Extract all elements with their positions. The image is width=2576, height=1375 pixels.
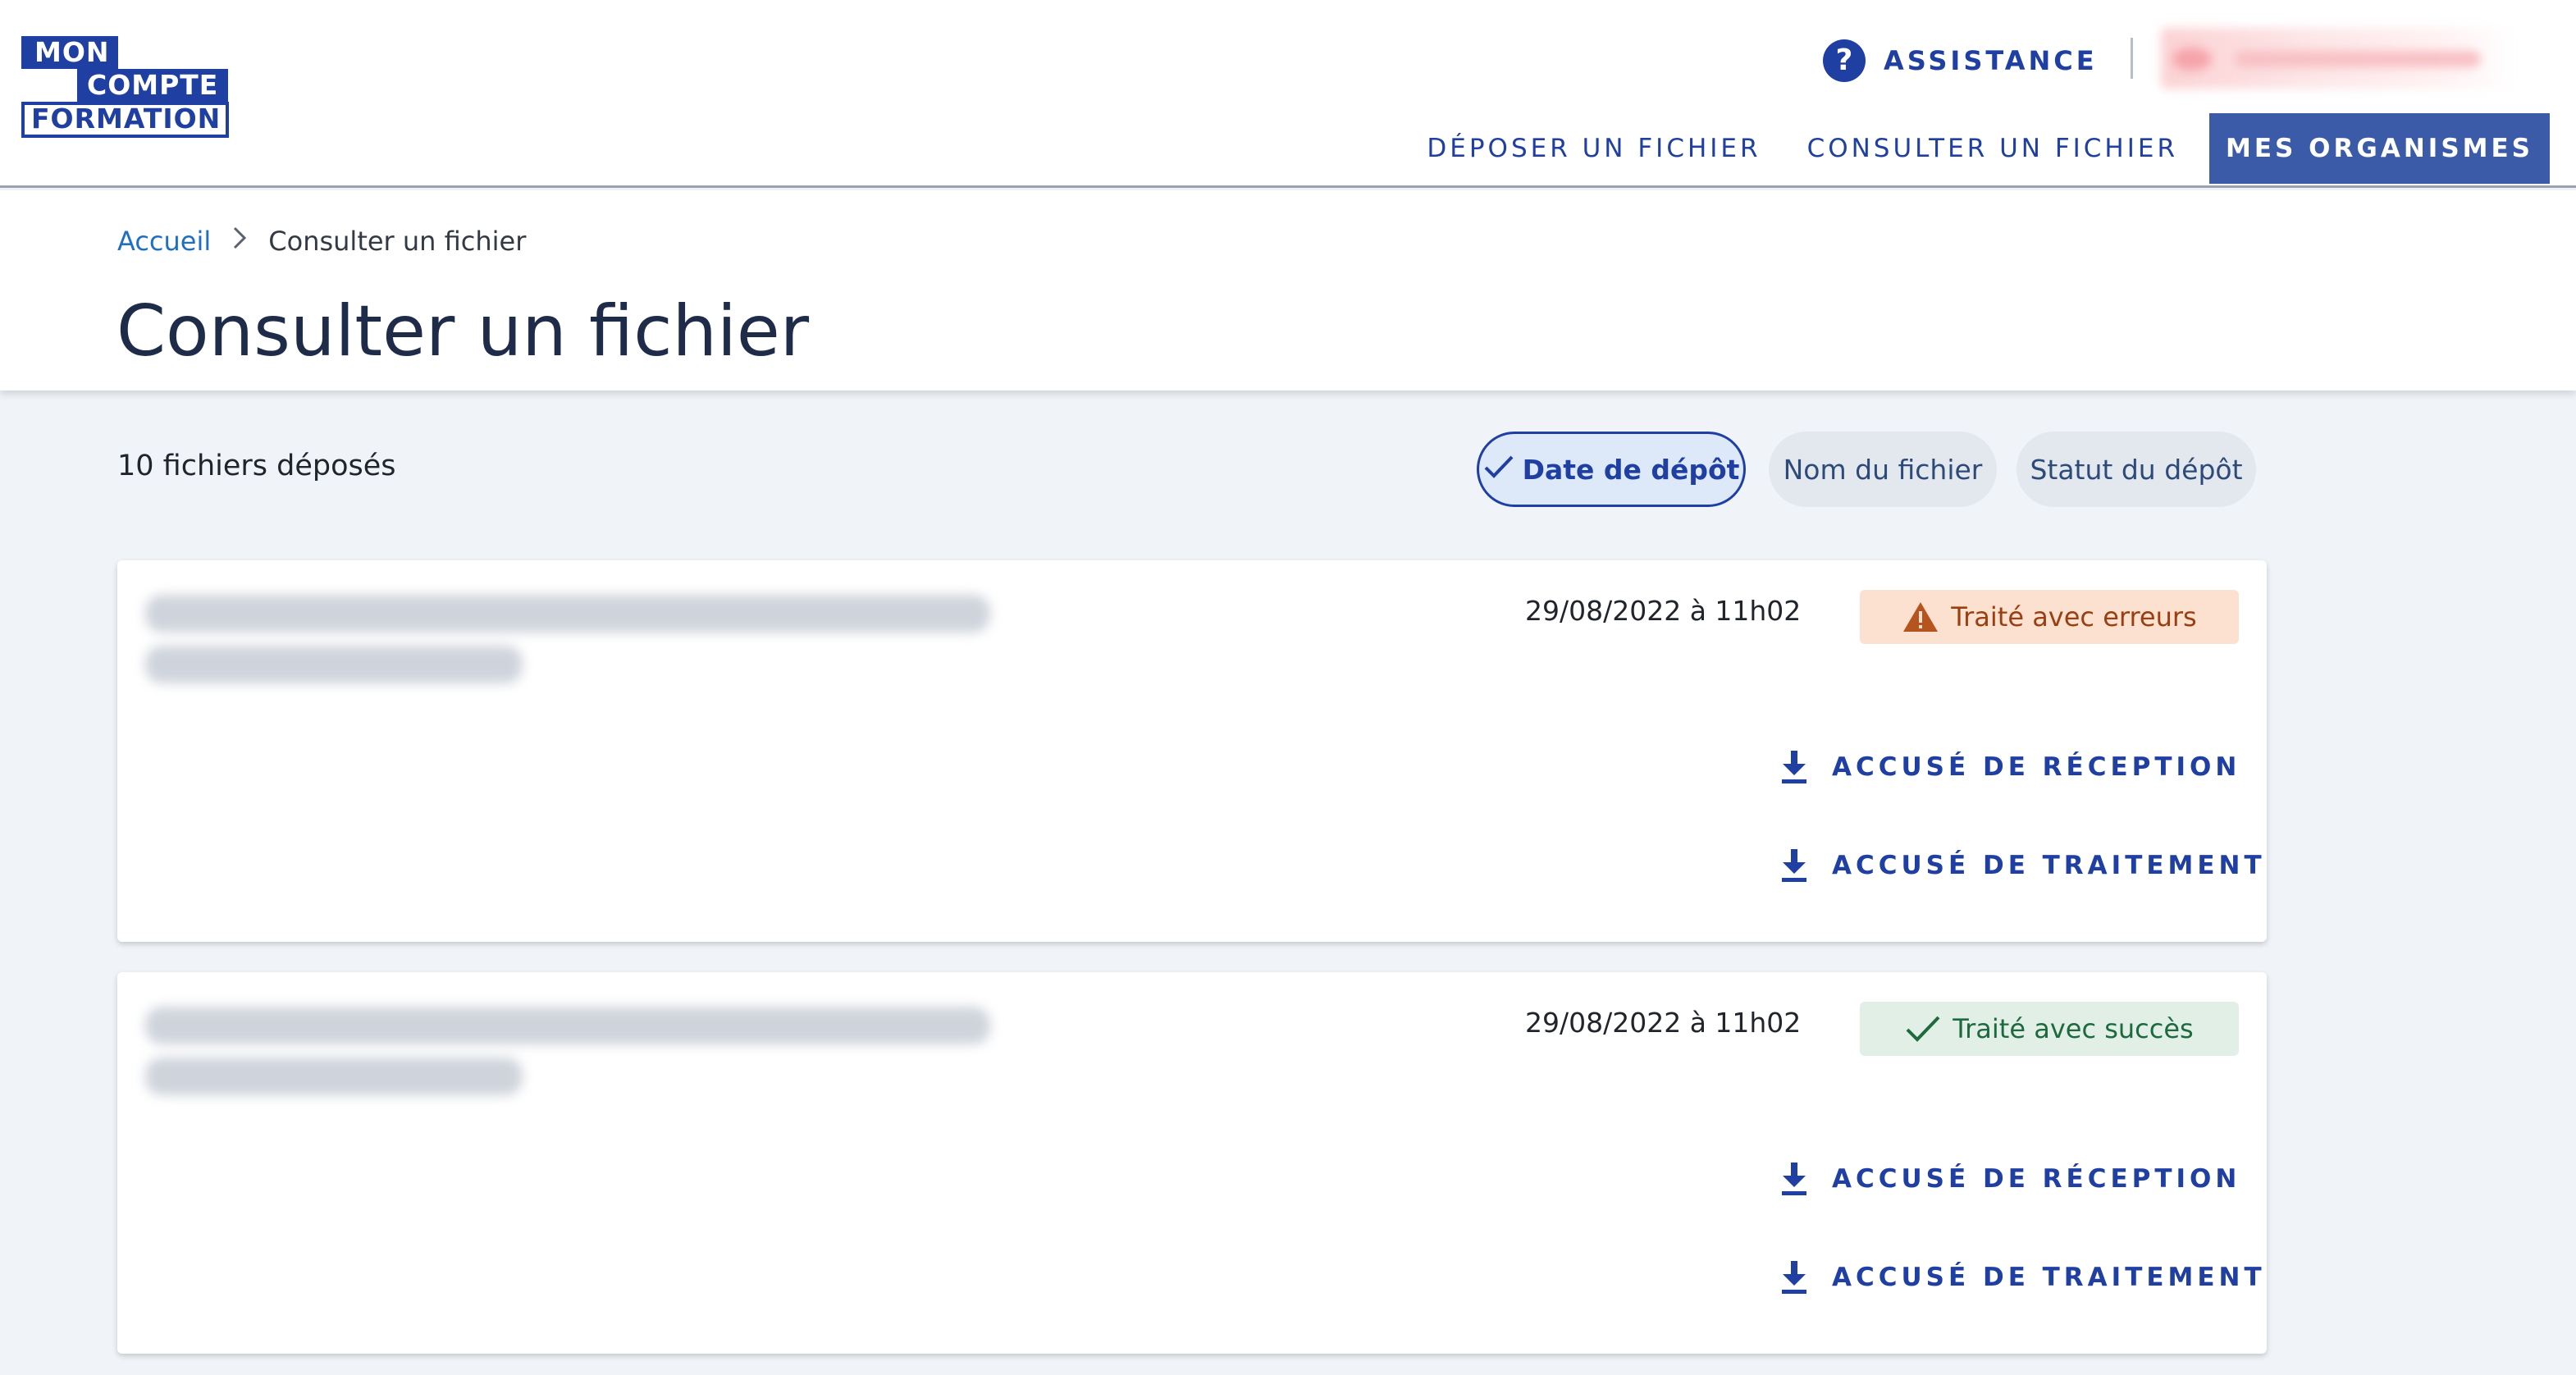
chevron-right-icon	[232, 225, 247, 258]
check-icon	[1483, 453, 1514, 487]
file-card: 29/08/2022 à 11h02 Traité avec erreurs A…	[117, 560, 2267, 942]
title-area: Accueil Consulter un fichier Consulter u…	[0, 190, 2576, 391]
download-accuse-reception-button[interactable]: ACCUSÉ DE RÉCEPTION	[1778, 1154, 2240, 1204]
sort-date-depot-button[interactable]: Date de dépôt	[1477, 432, 1746, 507]
download-label: ACCUSÉ DE RÉCEPTION	[1832, 1164, 2241, 1194]
sort-statut-depot-button[interactable]: Statut du dépôt	[2016, 432, 2256, 507]
download-icon	[1778, 747, 1811, 787]
sort-date-depot-label: Date de dépôt	[1522, 453, 1740, 486]
warning-triangle-icon	[1902, 601, 1939, 633]
header-divider	[2131, 38, 2133, 79]
nav-mes-organismes[interactable]: MES ORGANISMES	[2209, 113, 2550, 184]
question-circle-icon: ?	[1823, 39, 1866, 82]
download-icon	[1778, 846, 1811, 885]
sort-nom-fichier-button[interactable]: Nom du fichier	[1769, 432, 1997, 507]
download-accuse-traitement-button[interactable]: ACCUSÉ DE TRAITEMENT	[1778, 841, 2266, 890]
file-card: 29/08/2022 à 11h02 Traité avec succès AC…	[117, 972, 2267, 1354]
status-label: Traité avec erreurs	[1951, 601, 2197, 633]
file-count: 10 fichiers déposés	[117, 450, 396, 482]
breadcrumb-current: Consulter un fichier	[268, 226, 527, 257]
file-name-redacted	[145, 1007, 990, 1105]
sort-statut-depot-label: Statut du dépôt	[2030, 453, 2243, 486]
download-accuse-traitement-button[interactable]: ACCUSÉ DE TRAITEMENT	[1778, 1253, 2266, 1302]
status-badge: Traité avec succès	[1860, 1002, 2239, 1056]
file-deposit-date: 29/08/2022 à 11h02	[1525, 1007, 1802, 1039]
download-label: ACCUSÉ DE TRAITEMENT	[1832, 1263, 2266, 1292]
download-accuse-reception-button[interactable]: ACCUSÉ DE RÉCEPTION	[1778, 742, 2240, 792]
nav-consulter-fichier[interactable]: CONSULTER UN FICHIER	[1793, 113, 2193, 184]
check-icon	[1905, 1015, 1941, 1043]
breadcrumb: Accueil Consulter un fichier	[117, 225, 526, 258]
breadcrumb-home-link[interactable]: Accueil	[117, 226, 211, 257]
user-account-menu[interactable]	[2161, 28, 2515, 89]
assistance-link[interactable]: ? ASSISTANCE	[1823, 36, 2098, 85]
logo-line-2: COMPTE	[77, 69, 229, 102]
nav-deposer-fichier[interactable]: DÉPOSER UN FICHIER	[1412, 113, 1775, 184]
page-title: Consulter un fichier	[116, 290, 810, 372]
sort-nom-fichier-label: Nom du fichier	[1783, 453, 1983, 486]
file-deposit-date: 29/08/2022 à 11h02	[1525, 595, 1802, 627]
status-label: Traité avec succès	[1953, 1013, 2194, 1044]
download-icon	[1778, 1159, 1811, 1199]
download-icon	[1778, 1258, 1811, 1297]
status-badge: Traité avec erreurs	[1860, 590, 2239, 644]
site-header: MON COMPTE FORMATION ? ASSISTANCE DÉPOSE…	[0, 0, 2576, 188]
logo-line-3: FORMATION	[21, 102, 230, 138]
main-nav: DÉPOSER UN FICHIER CONSULTER UN FICHIER …	[1395, 113, 2550, 184]
logo-line-1: MON	[21, 36, 118, 69]
download-label: ACCUSÉ DE TRAITEMENT	[1832, 851, 2266, 880]
assistance-label: ASSISTANCE	[1884, 45, 2098, 76]
download-label: ACCUSÉ DE RÉCEPTION	[1832, 752, 2241, 782]
file-name-redacted	[145, 595, 990, 693]
mon-compte-formation-logo[interactable]: MON COMPTE FORMATION	[21, 36, 230, 138]
